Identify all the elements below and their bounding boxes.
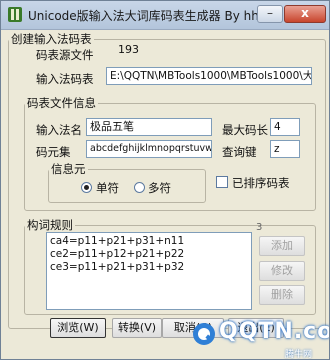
unit-group-legend: 信息元 [51,162,86,176]
edit-rule-button[interactable]: 修改 [259,261,305,281]
app-window: Unicode版输入法大词库码表生成器 By hh... – x 创建输入法码表… [0,0,330,360]
watermark-sub: 腾牛网 [285,350,313,360]
sorted-checkbox[interactable] [216,176,228,188]
add-rule-button[interactable]: 添加 [259,236,305,256]
charset-label: 码元集 [36,145,71,159]
sorted-label: 已排序码表 [232,176,290,190]
rules-list[interactable]: ca4=p11+p21+p31+n11 ce2=p11+p12+p21+p22 … [46,232,252,310]
minimize-button[interactable]: – [257,5,283,23]
maxlen-field[interactable]: 4 [270,118,300,136]
charset-field[interactable]: abcdefghijklmnopqrstuvw [86,140,212,158]
radio-single[interactable] [81,182,92,193]
maxlen-label: 最大码长 [222,123,268,137]
name-label: 输入法名 [36,123,82,137]
source-value: 193 [118,43,139,56]
window-title: Unicode版输入法大词库码表生成器 By hh... [28,9,258,23]
code-label: 输入法码表 [36,72,94,86]
rule-count: 3 [256,222,263,233]
title-bar[interactable]: Unicode版输入法大词库码表生成器 By hh... – x [1,1,329,30]
watermark-text: QQTN.com [219,319,329,344]
radio-multi-label: 多符 [148,181,171,195]
lookup-label: 查询键 [222,145,257,159]
code-path-field[interactable]: E:\QQTN\MBTools1000\MBTools1000\大词库 [106,67,312,85]
source-label: 码表源文件 [36,48,94,62]
delete-rule-button[interactable]: 删除 [259,285,305,305]
radio-single-label: 单符 [96,181,119,195]
info-group-legend: 码表文件信息 [27,96,96,110]
unit-group: 信息元 [48,161,206,203]
dialog-body: 创建输入法码表 码表源文件 193 输入法码表 E:\QQTN\MBTools1… [6,31,326,358]
rule-item[interactable]: ce3=p11+p21+p31+p32 [50,261,248,274]
browse-button[interactable]: 浏览(W) [50,318,106,338]
convert-button[interactable]: 转换(V) [112,318,162,338]
radio-multi[interactable] [134,182,145,193]
watermark-logo: QQTN.com 腾牛网 [191,319,329,360]
lookup-field[interactable]: z [270,140,300,158]
rules-group-legend: 构词规则 [27,218,73,232]
watermark-glyph-icon [193,323,215,345]
rule-item[interactable]: ce2=p11+p12+p21+p22 [50,248,248,261]
close-button[interactable]: x [284,5,326,23]
rule-item[interactable]: ca4=p11+p21+p31+n11 [50,235,248,248]
app-icon [8,7,22,22]
create-group-legend: 创建输入法码表 [11,32,92,46]
name-field[interactable]: 极品五笔 [86,118,212,136]
